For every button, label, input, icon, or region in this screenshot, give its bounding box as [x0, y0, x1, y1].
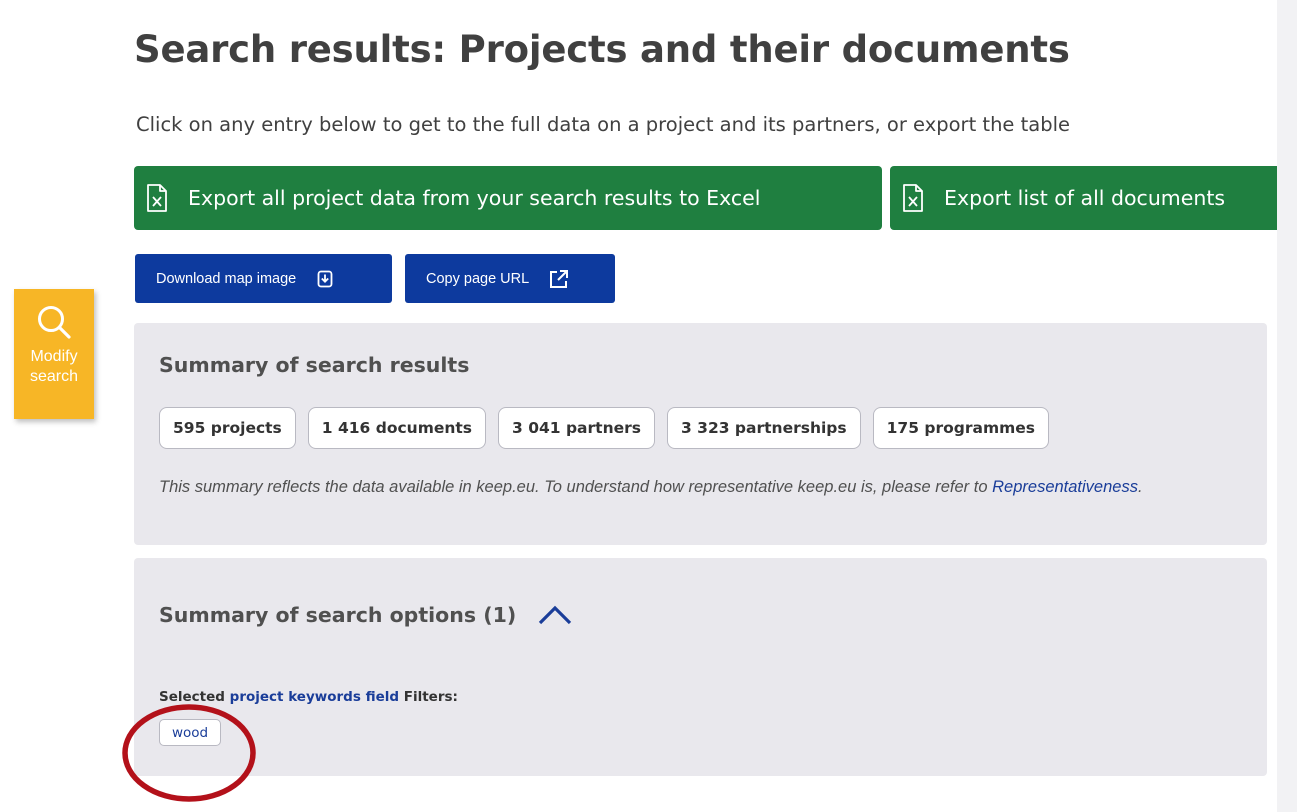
export-bar: Export all project data from your search…: [134, 166, 1277, 230]
search-options-toggle[interactable]: Summary of search options (1): [159, 603, 572, 627]
export-documents-button[interactable]: Export list of all documents: [890, 166, 1277, 230]
filter-tag-wood[interactable]: wood: [159, 719, 222, 746]
intro-text: Click on any entry below to get to the f…: [136, 113, 1071, 136]
modify-search-label: Modify search: [29, 348, 79, 385]
summary-stats: 595 projects 1 416 documents 3 041 partn…: [159, 407, 1061, 449]
modify-search-button[interactable]: Modify search: [14, 289, 94, 419]
filters-label: Selected project keywords field Filters:: [159, 689, 458, 705]
external-link-icon: [550, 269, 569, 288]
excel-file-icon: [903, 184, 923, 212]
export-project-data-label: Export all project data from your search…: [188, 186, 761, 210]
search-icon: [38, 306, 71, 339]
summary-note-text: This summary reflects the data available…: [159, 478, 988, 496]
summary-title: Summary of search results: [159, 353, 470, 377]
summary-note-end: .: [1137, 478, 1143, 496]
download-map-button[interactable]: Download map image: [135, 254, 392, 303]
search-options-panel: Summary of search options (1) Selected p…: [134, 558, 1267, 776]
chevron-up-icon: [539, 605, 572, 625]
export-documents-label: Export list of all documents: [944, 186, 1226, 210]
export-project-data-button[interactable]: Export all project data from your search…: [134, 166, 882, 230]
page-title: Search results: Projects and their docum…: [134, 28, 1070, 71]
representativeness-link[interactable]: Representativeness: [992, 478, 1138, 496]
search-options-title: Summary of search options (1): [159, 603, 517, 627]
search-results-summary-panel: Summary of search results 595 projects 1…: [134, 323, 1267, 545]
filters-prefix: Selected: [159, 689, 225, 705]
stat-partnerships-pill[interactable]: 3 323 partnerships: [667, 407, 861, 449]
download-map-label: Download map image: [156, 270, 297, 287]
summary-note: This summary reflects the data available…: [159, 478, 1239, 497]
stat-partners-pill[interactable]: 3 041 partners: [498, 407, 655, 449]
stat-programmes-pill[interactable]: 175 programmes: [872, 407, 1050, 449]
page-right-edge: [1277, 0, 1297, 812]
filters-suffix: Filters:: [403, 689, 458, 705]
copy-url-button[interactable]: Copy page URL: [405, 254, 615, 303]
download-icon: [317, 270, 333, 287]
stat-documents-pill[interactable]: 1 416 documents: [307, 407, 487, 449]
excel-file-icon: [147, 184, 167, 212]
copy-url-label: Copy page URL: [426, 270, 530, 287]
filter-field-name: project keywords field: [229, 689, 400, 705]
stat-projects-pill[interactable]: 595 projects: [159, 407, 296, 449]
